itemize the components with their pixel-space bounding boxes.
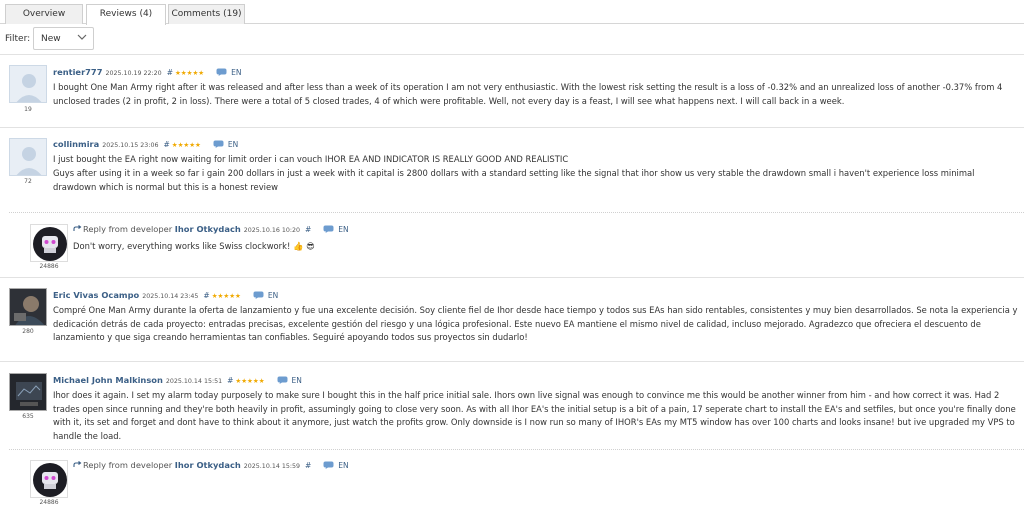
review-item: 280 Eric Vivas Ocampo 2025.10.14 23:45 # ★★…: [0, 278, 1024, 362]
rating-stars: ★★★★★: [211, 292, 241, 300]
user-placeholder-icon: [10, 66, 46, 102]
reply-prefix: Reply from developer: [83, 224, 173, 234]
developer-avatar[interactable]: [30, 224, 68, 262]
permalink[interactable]: #: [167, 68, 173, 77]
review-author[interactable]: rentier777: [53, 67, 102, 77]
avatar[interactable]: [9, 65, 47, 103]
filter-select[interactable]: New: [33, 27, 94, 50]
developer-logo-icon: [33, 463, 67, 497]
review-author[interactable]: collinmira: [53, 139, 99, 149]
reply-header: Reply from developer Ihor Otkydach 2025.1…: [73, 224, 349, 234]
reply-divider: [9, 212, 1024, 213]
translate-icon[interactable]: [253, 291, 264, 299]
review-text: I bought One Man Army right after it was…: [53, 82, 1003, 106]
reply-author[interactable]: Ihor Otkydach: [175, 460, 241, 470]
filter-label: Filter:: [5, 34, 31, 44]
developer-logo-icon: [33, 227, 67, 261]
user-placeholder-icon: [10, 139, 46, 175]
review-item: 19 rentier777 2025.10.19 22:20 # ★★★★★ EN I …: [0, 55, 1024, 128]
tab-reviews[interactable]: Reviews (4): [86, 4, 166, 25]
language-link[interactable]: EN: [292, 376, 302, 385]
reply-author[interactable]: Ihor Otkydach: [175, 224, 241, 234]
review-header: Michael John Malkinson 2025.10.14 15:51 # ★…: [53, 375, 302, 385]
review-date: 2025.10.14 23:45: [142, 293, 199, 300]
reply-divider: [9, 449, 1024, 450]
reply-arrow-icon: [73, 461, 82, 467]
reply-text: Don't worry, everything works like Swiss…: [73, 241, 315, 251]
avatar[interactable]: [9, 373, 47, 411]
translate-icon[interactable]: [323, 225, 334, 233]
language-link[interactable]: EN: [231, 68, 241, 77]
rating-stars: ★★★★★: [235, 377, 265, 385]
reply-prefix: Reply from developer: [83, 460, 173, 470]
translate-icon[interactable]: [277, 376, 288, 384]
translate-icon[interactable]: [323, 461, 334, 469]
review-item: 635 Michael John Malkinson 2025.10.14 15:…: [0, 362, 1024, 510]
chevron-down-icon: [77, 34, 87, 40]
review-date: 2025.10.19 22:20: [105, 70, 162, 77]
avatar[interactable]: [9, 138, 47, 176]
review-author[interactable]: Michael John Malkinson: [53, 375, 163, 385]
review-header: rentier777 2025.10.19 22:20 # ★★★★★ EN: [53, 67, 241, 77]
reply-date: 2025.10.16 10:20: [243, 227, 300, 234]
review-date: 2025.10.14 15:51: [165, 378, 223, 385]
developer-rating-count: 24886: [39, 263, 59, 270]
review-header: Eric Vivas Ocampo 2025.10.14 23:45 # ★★★★★ E…: [53, 290, 278, 300]
review-text: Guys after using it in a week so far i g…: [53, 168, 975, 192]
permalink[interactable]: #: [203, 291, 209, 300]
avatar[interactable]: [9, 288, 47, 326]
review-text: Compré One Man Army durante la oferta de…: [53, 305, 1018, 343]
translate-icon[interactable]: [213, 140, 224, 148]
permalink[interactable]: #: [305, 225, 311, 234]
user-rating-count: 635: [22, 413, 34, 420]
language-link[interactable]: EN: [338, 225, 348, 234]
developer-rating-count: 24886: [39, 499, 59, 506]
user-photo-icon: [10, 289, 46, 325]
reply-arrow-icon: [73, 225, 82, 231]
user-rating-count: 19: [24, 106, 32, 113]
rating-stars: ★★★★★: [174, 69, 205, 77]
language-link[interactable]: EN: [338, 461, 348, 470]
reply-header: Reply from developer Ihor Otkydach 2025.1…: [73, 460, 349, 470]
language-link[interactable]: EN: [268, 291, 278, 300]
language-link[interactable]: EN: [228, 140, 238, 149]
user-rating-count: 280: [22, 328, 34, 335]
tab-bar: Overview Reviews (4) Comments (19): [0, 0, 1024, 25]
review-header: collinmira 2025.10.15 23:06 # ★★★★★ EN: [53, 139, 238, 149]
permalink[interactable]: #: [163, 140, 169, 149]
rating-stars: ★★★★★: [171, 141, 201, 149]
filter-value: New: [41, 34, 61, 44]
review-text-line1: I just bought the EA right now waiting f…: [53, 154, 569, 164]
review-text: Ihor does it again. I set my alarm today…: [53, 390, 1016, 441]
review-author[interactable]: Eric Vivas Ocampo: [53, 290, 139, 300]
tab-comments[interactable]: Comments (19): [168, 4, 245, 24]
filter-bar: Filter: New: [0, 24, 1024, 55]
review-item: 72 collinmira 2025.10.15 23:06 # ★★★★★ EN I …: [0, 128, 1024, 278]
permalink[interactable]: #: [227, 376, 233, 385]
reply-date: 2025.10.14 15:59: [243, 463, 300, 470]
translate-icon[interactable]: [216, 68, 227, 76]
permalink[interactable]: #: [305, 461, 311, 470]
developer-avatar[interactable]: [30, 460, 68, 498]
user-photo-icon: [10, 374, 46, 410]
review-date: 2025.10.15 23:06: [102, 142, 159, 149]
tab-overview[interactable]: Overview: [5, 4, 83, 24]
user-rating-count: 72: [24, 178, 32, 185]
